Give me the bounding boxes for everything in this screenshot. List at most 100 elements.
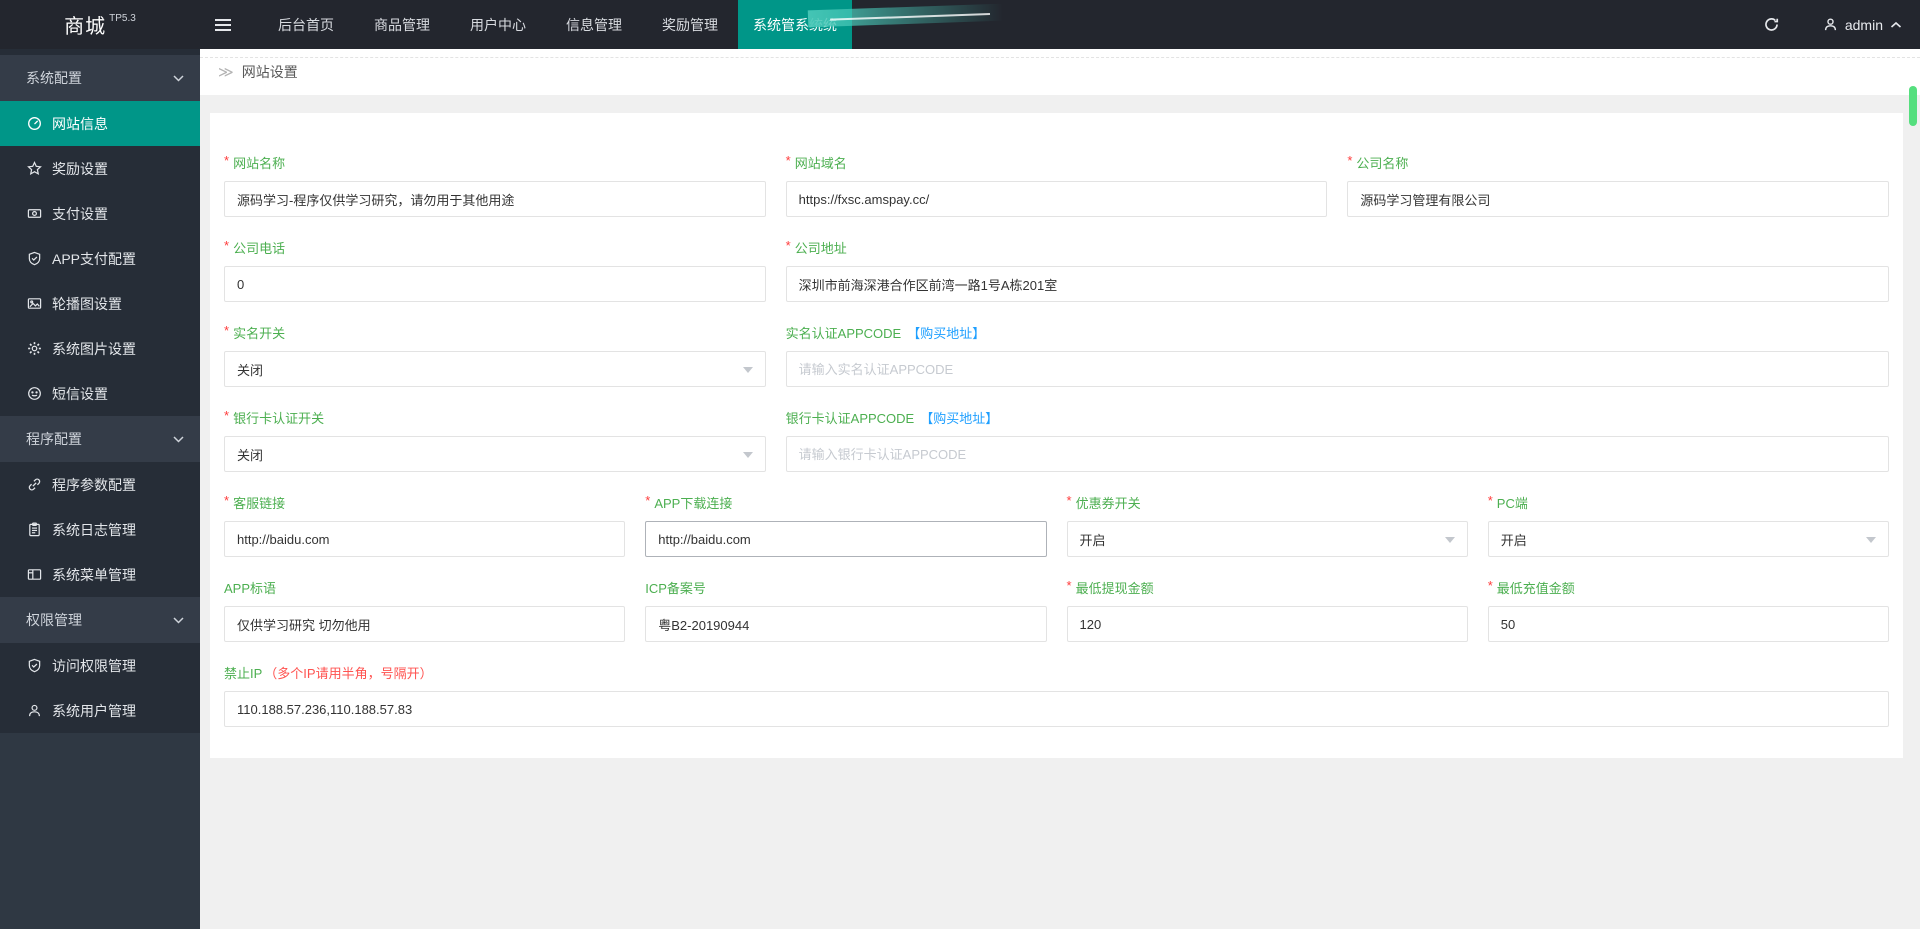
icp-number-input[interactable]: [645, 606, 1047, 642]
purchase-link[interactable]: 【购买地址】: [907, 323, 985, 342]
realname-appcode-input[interactable]: [785, 351, 1889, 387]
page-title: 网站设置: [241, 64, 298, 80]
sidebar-menu: 系统配置 网站信息 奖励设置 支付设置 APP支付配置 轮播图设置 系统图片设置…: [0, 49, 200, 733]
banned-ip-note: （多个IP请用半角，号隔开）: [264, 666, 433, 681]
sidebar-item-program-params[interactable]: 程序参数配置: [0, 462, 200, 507]
sidebar-item-carousel-settings[interactable]: 轮播图设置: [0, 281, 200, 326]
render-artifact: [807, 3, 1004, 28]
nav-item-dashboard[interactable]: 后台首页: [258, 0, 354, 49]
field-app-slogan: APP标语: [224, 578, 626, 642]
company-name-input[interactable]: [1347, 181, 1889, 217]
coupon-switch-select[interactable]: 开启: [1066, 521, 1468, 557]
field-site-domain: * 网站域名: [785, 153, 1328, 217]
settings-form-panel: *网站名称 *网站域名 *公司名称 *公司电话 *公司地址: [210, 113, 1903, 758]
link-icon: [27, 477, 42, 492]
chevron-down-icon: [173, 74, 184, 82]
nav-item-rewards[interactable]: 奖励管理: [642, 0, 738, 49]
nav-item-users[interactable]: 用户中心: [450, 0, 546, 49]
min-recharge-input[interactable]: [1487, 606, 1889, 642]
company-address-input[interactable]: [785, 266, 1889, 302]
sidebar-group-program-config[interactable]: 程序配置: [0, 416, 200, 462]
nav-item-info[interactable]: 信息管理: [546, 0, 642, 49]
field-bankcard-switch: * 银行卡认证开关 关闭: [224, 408, 766, 472]
min-withdraw-input[interactable]: [1066, 606, 1468, 642]
user-icon: [27, 703, 42, 718]
sidebar-item-system-image-settings[interactable]: 系统图片设置: [0, 326, 200, 371]
app-logo[interactable]: 商城 TP5.3: [0, 0, 200, 49]
comment-icon: [27, 386, 42, 401]
bankcard-appcode-input[interactable]: [785, 436, 1889, 472]
sidebar-group-permissions[interactable]: 权限管理: [0, 597, 200, 643]
sidebar: 系统配置 网站信息 奖励设置 支付设置 APP支付配置 轮播图设置 系统图片设置…: [0, 49, 200, 929]
field-company-phone: * 公司电话: [224, 238, 766, 302]
service-link-input[interactable]: [224, 521, 626, 557]
nav-item-goods[interactable]: 商品管理: [354, 0, 450, 49]
field-service-link: * 客服链接: [224, 493, 626, 557]
required-marker: *: [1487, 578, 1493, 593]
site-domain-input[interactable]: [785, 181, 1328, 217]
pc-switch-select[interactable]: 开启: [1487, 521, 1889, 557]
field-icp-number: ICP备案号: [645, 578, 1047, 642]
field-company-name: * 公司名称: [1347, 153, 1889, 217]
required-marker: *: [1487, 493, 1493, 508]
sidebar-item-reward-settings[interactable]: 奖励设置: [0, 146, 200, 191]
required-marker: *: [224, 153, 230, 168]
required-marker: *: [224, 408, 230, 423]
person-icon: [1823, 17, 1838, 32]
sidebar-item-site-info[interactable]: 网站信息: [0, 101, 200, 146]
refresh-button[interactable]: [1749, 0, 1795, 49]
sidebar-item-access-permissions[interactable]: 访问权限管理: [0, 643, 200, 688]
required-marker: *: [785, 153, 791, 168]
sidebar-item-sms-settings[interactable]: 短信设置: [0, 371, 200, 416]
field-realname-switch: * 实名开关 关闭: [224, 323, 766, 387]
clipboard-icon: [27, 522, 42, 537]
company-phone-input[interactable]: [224, 266, 766, 302]
gauge-icon: [27, 116, 42, 131]
field-min-recharge: * 最低充值金额: [1487, 578, 1889, 642]
nav-item-system[interactable]: 系统管系统统: [738, 0, 1004, 49]
header-actions: admin: [1749, 0, 1920, 49]
field-realname-appcode: 实名认证APPCODE 【购买地址】: [785, 323, 1889, 387]
shield-check-icon: [27, 251, 42, 266]
required-marker: *: [645, 493, 651, 508]
sidebar-group-system-config[interactable]: 系统配置: [0, 55, 200, 101]
sidebar-toggle-button[interactable]: [200, 0, 246, 49]
scrollbar-thumb[interactable]: [1909, 86, 1917, 126]
shield-check-icon: [27, 658, 42, 673]
user-menu[interactable]: admin: [1823, 17, 1902, 33]
sidebar-item-app-payment-config[interactable]: APP支付配置: [0, 236, 200, 281]
breadcrumb: ≫ 网站设置: [200, 49, 1920, 95]
sidebar-item-system-users[interactable]: 系统用户管理: [0, 688, 200, 733]
sidebar-item-system-logs[interactable]: 系统日志管理: [0, 507, 200, 552]
site-name-input[interactable]: [224, 181, 766, 217]
field-site-name: * 网站名称: [224, 153, 766, 217]
breadcrumb-marker-icon: ≫: [218, 64, 234, 81]
required-marker: *: [1066, 578, 1072, 593]
purchase-link[interactable]: 【购买地址】: [920, 408, 998, 427]
field-min-withdraw: * 最低提现金额: [1066, 578, 1468, 642]
banknote-icon: [27, 206, 42, 221]
chevron-down-icon: [173, 435, 184, 443]
admin-page: 商城 TP5.3 后台首页 商品管理 用户中心 信息管理 奖励管理 系统管系统统: [0, 0, 1920, 929]
nav-item-system-label: 系统管系统统: [753, 16, 837, 33]
sidebar-item-payment-settings[interactable]: 支付设置: [0, 191, 200, 236]
dropdown-arrow-icon: [1866, 537, 1876, 543]
field-pc-switch: * PC端 开启: [1487, 493, 1889, 557]
required-marker: *: [1066, 493, 1072, 508]
required-marker: *: [224, 323, 230, 338]
app-download-link-input[interactable]: [645, 521, 1047, 557]
main-content: ≫ 网站设置 *网站名称 *网站域名 *公司名称: [200, 49, 1920, 929]
banned-ip-input[interactable]: [224, 691, 1889, 727]
refresh-icon: [1763, 16, 1780, 33]
bankcard-switch-select[interactable]: 关闭: [224, 436, 766, 472]
sidebar-item-system-menu[interactable]: 系统菜单管理: [0, 552, 200, 597]
dropdown-arrow-icon: [742, 367, 753, 373]
field-app-download-link: * APP下载连接: [645, 493, 1047, 557]
dropdown-arrow-icon: [742, 452, 753, 458]
dropdown-arrow-icon: [1444, 537, 1455, 543]
star-icon: [27, 161, 42, 176]
field-coupon-switch: * 优惠券开关 开启: [1066, 493, 1468, 557]
window-icon: [27, 567, 42, 582]
app-slogan-input[interactable]: [224, 606, 626, 642]
realname-switch-select[interactable]: 关闭: [224, 351, 766, 387]
